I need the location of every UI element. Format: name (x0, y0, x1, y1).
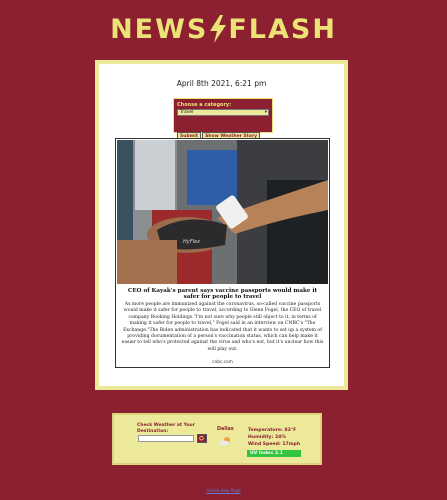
article: HyFlex CEO of Kayak's parent says vaccin… (115, 138, 330, 368)
weather-wind: Wind Speed: 17mph (248, 442, 301, 447)
weather-temperature: Temperature: 83°F (248, 428, 297, 433)
destination-input[interactable] (138, 435, 194, 442)
category-form: Choose a category: Travel ▾ Submit Show W… (173, 98, 273, 141)
weather-search-button[interactable] (197, 434, 207, 443)
current-datetime: April 8th 2021, 6:21 pm (176, 79, 267, 88)
chevron-down-icon: ▾ (264, 110, 267, 115)
category-select[interactable]: Travel ▾ (177, 109, 269, 116)
lightning-bolt-icon (210, 15, 227, 43)
category-label: Choose a category: (177, 102, 232, 108)
uv-index-badge: UV Index 2.1 (247, 450, 301, 457)
search-icon (199, 436, 204, 441)
weather-stats: Temperature: 83°F Humidity: 24% Wind Spe… (248, 427, 300, 448)
article-body: As more people are immunized against the… (121, 302, 324, 352)
article-photo-graphic (117, 140, 328, 284)
news-card: April 8th 2021, 6:21 pm Choose a categor… (95, 60, 348, 390)
admin-help-link[interactable]: Admin Help Page (0, 488, 447, 493)
logo-text-news: NEWS (110, 14, 209, 45)
category-selected-value: Travel (180, 110, 194, 115)
logo-text-flash: FLASH (228, 14, 337, 45)
weather-panel: Check Weather at Your Destination: Dalla… (112, 413, 322, 465)
partly-cloudy-icon (219, 437, 230, 446)
weather-city: Dallas (217, 427, 234, 432)
article-headline[interactable]: CEO of Kayak's parent says vaccine passp… (120, 288, 325, 301)
weather-humidity: Humidity: 24% (248, 435, 286, 440)
glove-brand-text: HyFlex (183, 239, 201, 245)
article-image[interactable]: HyFlex (117, 140, 328, 284)
article-source: cnbc.com (212, 360, 233, 365)
brand-logo: NEWS FLASH (0, 14, 447, 45)
